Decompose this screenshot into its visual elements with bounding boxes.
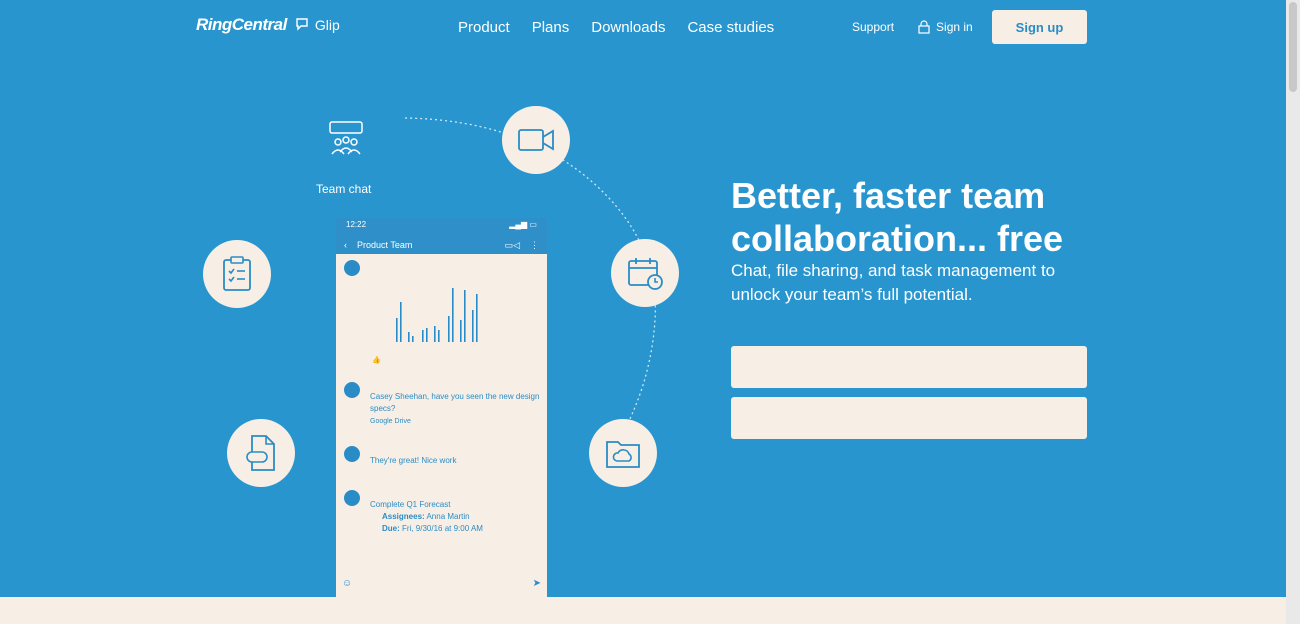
chat-feed: 👍 Casey Sheehan, have you seen the new d… (336, 254, 547, 597)
hero-title-line1: Better, faster team (731, 175, 1046, 216)
task-title: Complete Q1 Forecast (370, 500, 451, 509)
hero-subtitle: Chat, file sharing, and task management … (731, 261, 1056, 304)
cloud-storage-feature[interactable] (589, 419, 657, 487)
calendar-feature[interactable] (611, 239, 679, 307)
video-feature[interactable] (502, 106, 570, 174)
due-label: Due: (382, 524, 400, 533)
signup-form-button[interactable] (731, 397, 1087, 439)
hero-title-line2: collaboration... free (731, 218, 1064, 259)
cloud-folder-icon (606, 441, 640, 468)
emoji-icon[interactable]: ☺ (342, 578, 352, 589)
bar-chart-image (396, 288, 478, 342)
video-call-icon[interactable]: ▭◁ (505, 240, 520, 251)
scrollbar[interactable] (1286, 0, 1300, 624)
phone-mockup: 12:22 ▂▄▆ ▭ ‹ Product Team ▭◁ ⋮ 👍 Casey … (336, 218, 547, 597)
hero-title: Better, faster team collaboration... fre… (731, 174, 1063, 260)
team-chat-label: Team chat (316, 182, 372, 196)
calendar-clock-icon (628, 258, 663, 290)
chat-message: Casey Sheehan, have you seen the new des… (344, 382, 541, 432)
like-icon[interactable]: 👍 (372, 356, 381, 364)
send-icon[interactable]: ➤ (533, 578, 541, 589)
chat-message: They're great! Nice work (344, 446, 541, 476)
assignees-label: Assignees: (382, 512, 425, 521)
phone-header: ‹ Product Team ▭◁ ⋮ (336, 234, 547, 256)
team-chat-icon (322, 120, 370, 165)
google-drive-link[interactable]: Google Drive (370, 416, 545, 428)
email-input[interactable] (731, 346, 1087, 388)
avatar (344, 382, 360, 398)
back-icon[interactable]: ‹ (344, 240, 347, 250)
phone-time: 12:22 (346, 220, 367, 229)
next-section (0, 597, 1286, 624)
assignees-value: Anna Martin (426, 512, 470, 521)
document-attachment-icon (246, 435, 275, 471)
chart-message: 👍 (344, 260, 541, 370)
avatar (344, 260, 360, 276)
avatar (344, 446, 360, 462)
signal-battery-icon: ▂▄▆ ▭ (509, 220, 537, 229)
scrollbar-thumb[interactable] (1289, 2, 1297, 92)
tasks-feature[interactable] (203, 240, 271, 308)
avatar (344, 490, 360, 506)
more-menu-icon[interactable]: ⋮ (530, 240, 539, 251)
video-camera-icon (518, 129, 554, 151)
message-text: Casey Sheehan, have you seen the new des… (370, 392, 540, 413)
task-message: Complete Q1 Forecast Assignees: Anna Mar… (344, 490, 541, 550)
message-text: They're great! Nice work (370, 456, 457, 465)
team-name[interactable]: Product Team (357, 240, 495, 250)
clipboard-checklist-icon (223, 256, 251, 291)
task-due: Due: Fri, 9/30/16 at 9:00 AM (382, 523, 557, 535)
phone-status-bar: 12:22 ▂▄▆ ▭ (336, 218, 547, 234)
task-assignees: Assignees: Anna Martin (382, 511, 557, 523)
due-value: Fri, 9/30/16 at 9:00 AM (402, 524, 483, 533)
feature-orbit (404, 117, 656, 471)
files-feature[interactable] (227, 419, 295, 487)
